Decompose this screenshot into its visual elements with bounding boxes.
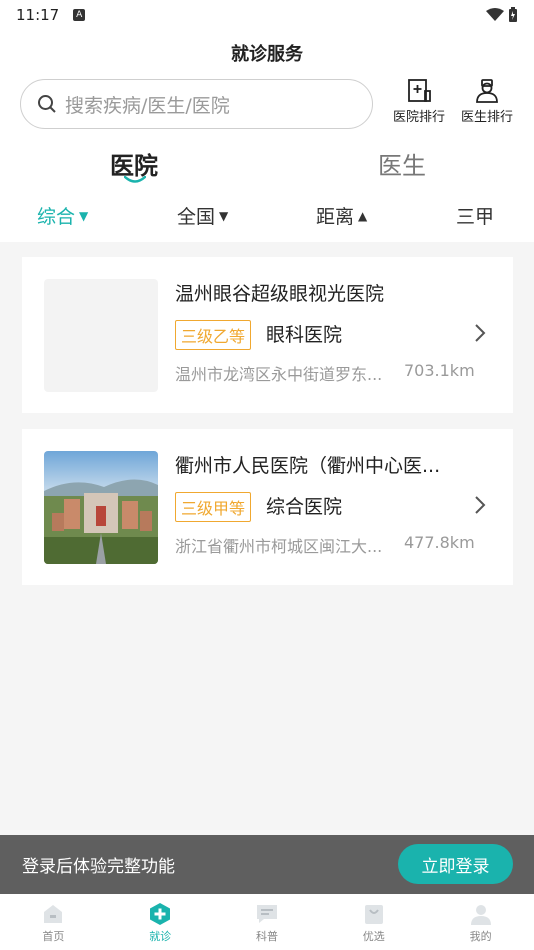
shopping-bag-icon <box>364 905 383 924</box>
status-time: 11:17 <box>16 6 60 24</box>
doctor-ranking-label: 医生排行 <box>460 110 513 125</box>
battery-icon <box>509 7 517 22</box>
tabbar-label: 优选 <box>362 930 385 943</box>
search-placeholder: 搜索疾病/医生/医院 <box>65 94 230 117</box>
tab-doctor[interactable]: 医生 <box>378 146 426 181</box>
bottom-tab-bar: 首页 就诊 科普 优选 我的 <box>0 894 534 950</box>
hospital-distance: 703.1km <box>404 361 475 380</box>
filter-comprehensive[interactable]: 综合 ▼ <box>37 202 88 229</box>
tab-active-indicator <box>124 176 146 183</box>
chevron-right-icon <box>475 496 486 514</box>
hospital-ranking-label: 医院排行 <box>392 110 445 125</box>
filter-grade-3a[interactable]: 三甲 <box>456 202 494 229</box>
filter-region-label: 全国 <box>177 206 216 228</box>
hospital-type: 眼科医院 <box>266 324 343 346</box>
doctor-ranking-button[interactable]: 医生排行 <box>455 78 519 125</box>
filter-distance[interactable]: 距离 ▲ <box>316 202 367 229</box>
hospital-card[interactable]: 温州眼谷超级眼视光医院 三级乙等 眼科医院 温州市龙湾区永中街道罗东... 70… <box>22 257 513 413</box>
caret-down-icon: ▼ <box>219 208 229 223</box>
hospital-ranking-button[interactable]: 医院排行 <box>387 78 451 125</box>
hospital-level-badge: 三级乙等 <box>175 320 252 350</box>
tabbar-label: 就诊 <box>149 930 172 943</box>
article-icon <box>256 905 277 923</box>
hospital-photo <box>44 451 158 564</box>
header: 就诊服务 搜索疾病/医生/医院 医院排行 医生排行 医院 医生 综合 ▼ 全国 … <box>0 30 534 242</box>
filter-region[interactable]: 全国 ▼ <box>177 202 228 229</box>
caret-down-icon: ▼ <box>79 208 89 223</box>
hospital-image-placeholder <box>44 279 158 392</box>
filter-grade-3a-label: 三甲 <box>456 206 495 228</box>
tabbar-label: 科普 <box>255 930 278 943</box>
home-icon <box>44 905 63 923</box>
status-right <box>486 7 518 23</box>
notification-a-icon: A <box>73 9 86 21</box>
tabbar-item-visit[interactable]: 就诊 <box>107 894 214 950</box>
user-icon <box>470 905 491 925</box>
status-bar: 11:17 A <box>0 0 534 30</box>
tabbar-label: 我的 <box>469 930 492 943</box>
search-icon <box>38 95 56 113</box>
tabbar-item-science[interactable]: 科普 <box>214 894 321 950</box>
hospital-name: 衢州市人民医院（衢州中心医... <box>175 455 441 477</box>
doctor-rank-icon <box>476 79 498 103</box>
hospital-address: 温州市龙湾区永中街道罗东... <box>175 365 383 384</box>
filter-comprehensive-label: 综合 <box>37 206 76 228</box>
wifi-icon <box>486 8 504 21</box>
login-prompt-bar: 登录后体验完整功能 立即登录 <box>0 835 534 894</box>
hospital-rank-icon <box>408 79 431 102</box>
chevron-right-icon <box>475 324 486 342</box>
tabbar-label: 首页 <box>42 930 65 943</box>
hospital-level-badge: 三级甲等 <box>175 492 252 522</box>
search-input[interactable]: 搜索疾病/医生/医院 <box>20 79 373 129</box>
hospital-building-image <box>44 451 158 564</box>
medical-cross-icon <box>150 903 171 925</box>
tabbar-item-home[interactable]: 首页 <box>0 894 107 950</box>
hospital-distance: 477.8km <box>404 533 475 552</box>
hospital-card[interactable]: 衢州市人民医院（衢州中心医... 三级甲等 综合医院 浙江省衢州市柯城区闽江大.… <box>22 429 513 585</box>
filter-bar: 综合 ▼ 全国 ▼ 距离 ▲ 三甲 <box>0 202 534 232</box>
login-button[interactable]: 立即登录 <box>398 844 513 884</box>
page-title: 就诊服务 <box>231 44 303 65</box>
hospital-type: 综合医院 <box>266 496 343 518</box>
filter-distance-label: 距离 <box>316 206 355 228</box>
hospital-name: 温州眼谷超级眼视光医院 <box>175 283 385 305</box>
tabbar-item-mine[interactable]: 我的 <box>427 894 534 950</box>
hospital-address: 浙江省衢州市柯城区闽江大... <box>175 537 383 556</box>
tabbar-item-select[interactable]: 优选 <box>320 894 427 950</box>
caret-up-icon: ▲ <box>358 208 368 223</box>
login-prompt-message: 登录后体验完整功能 <box>22 857 175 877</box>
